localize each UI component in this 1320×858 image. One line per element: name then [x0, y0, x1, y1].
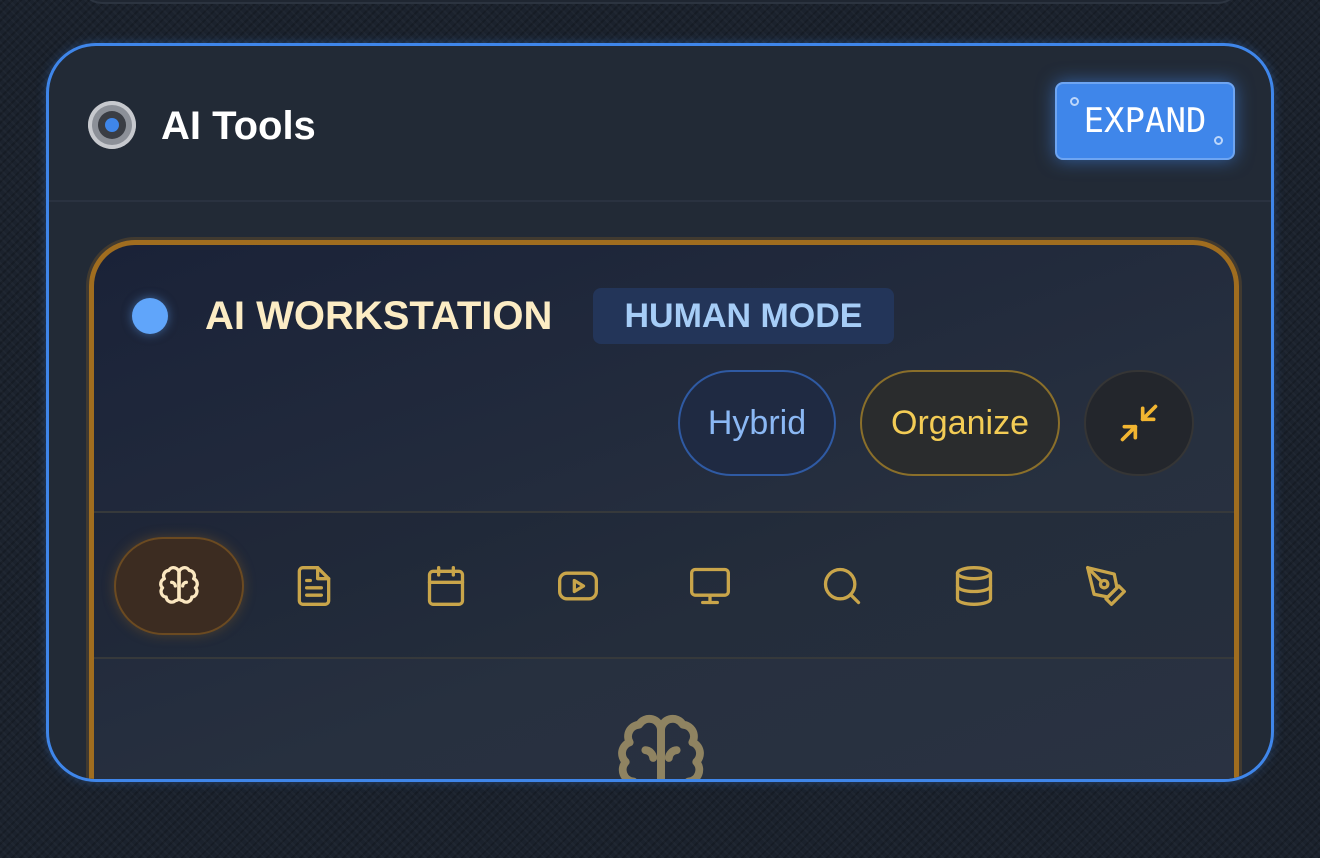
tool-brain[interactable]: [114, 537, 244, 635]
ai-tools-panel: AI Tools EXPAND AI WORKSTATION HUMAN MOD…: [46, 43, 1274, 782]
tool-monitor[interactable]: [645, 537, 775, 635]
expand-button-label: EXPAND: [1083, 101, 1207, 141]
tool-search[interactable]: [777, 537, 907, 635]
tool-document[interactable]: [249, 537, 379, 635]
pen-tool-icon: [1086, 566, 1126, 606]
panel-title: AI Tools: [161, 104, 316, 148]
brain-icon: [159, 566, 199, 604]
panel-header: AI Tools EXPAND: [49, 46, 1271, 202]
tool-pen[interactable]: [1041, 537, 1171, 635]
mode-badge: HUMAN MODE: [593, 288, 894, 344]
screw-icon: [1214, 136, 1223, 145]
screw-icon: [1070, 97, 1079, 106]
brain-placeholder-icon: [618, 714, 704, 779]
previous-panel-edge: [80, 0, 1240, 4]
calendar-icon: [427, 566, 465, 606]
minimize-arrows-icon: [1120, 404, 1158, 442]
collapse-button[interactable]: [1084, 370, 1194, 476]
workstation-title: AI WORKSTATION: [205, 294, 553, 338]
hybrid-button[interactable]: Hybrid: [678, 370, 836, 476]
database-icon: [955, 566, 993, 606]
status-dot: [132, 298, 168, 334]
video-icon: [558, 571, 598, 601]
document-icon: [297, 566, 331, 606]
tool-calendar[interactable]: [381, 537, 511, 635]
monitor-icon: [690, 567, 730, 605]
tool-database[interactable]: [909, 537, 1039, 635]
hybrid-button-label: Hybrid: [707, 403, 807, 442]
expand-button[interactable]: EXPAND: [1055, 82, 1235, 160]
organize-button[interactable]: Organize: [860, 370, 1060, 476]
workstation-header: AI WORKSTATION HUMAN MODE Hybrid Organiz…: [94, 245, 1234, 513]
radio-indicator-icon: [88, 101, 136, 149]
organize-button-label: Organize: [891, 403, 1029, 442]
tool-strip: [94, 513, 1234, 659]
search-icon: [823, 567, 861, 605]
tool-video[interactable]: [513, 537, 643, 635]
ai-workstation: AI WORKSTATION HUMAN MODE Hybrid Organiz…: [89, 240, 1239, 779]
